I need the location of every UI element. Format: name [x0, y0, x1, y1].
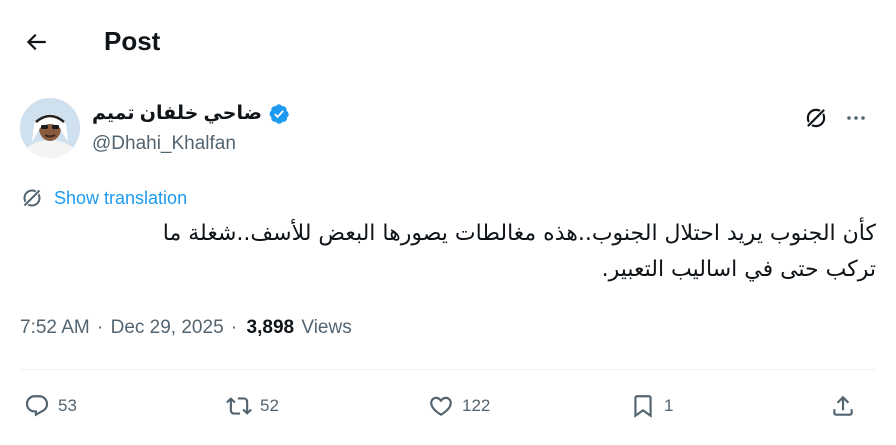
views-label: Views: [301, 317, 352, 338]
like-button[interactable]: 122: [428, 384, 490, 428]
grok-icon: [22, 188, 42, 208]
meta-separator: ·: [230, 317, 238, 338]
like-count: 122: [462, 396, 491, 415]
repost-icon: [226, 397, 252, 415]
avatar-image: [20, 98, 80, 158]
post-meta: 7:52 AM · Dec 29, 2025 · 3,898 Views: [20, 315, 352, 341]
grok-icon: [805, 107, 827, 129]
views-count[interactable]: 3,898: [247, 317, 295, 338]
more-options-button[interactable]: [840, 102, 872, 134]
grok-button[interactable]: [800, 102, 832, 134]
tweet-text-line: تركب حتى في اساليب التعبير.: [601, 257, 876, 282]
back-button[interactable]: [16, 22, 56, 62]
avatar[interactable]: [20, 98, 80, 158]
bookmark-count: 1: [664, 396, 674, 415]
reply-button[interactable]: 53: [24, 384, 77, 428]
arrow-left-icon: [26, 33, 46, 51]
show-translation-link[interactable]: Show translation: [20, 186, 187, 210]
share-icon: [833, 395, 853, 416]
show-translation-label: Show translation: [54, 188, 188, 208]
author-row: ضاحي خلفان تميم @Dhahi_Khalfan: [20, 98, 876, 160]
more-dots-icon: [847, 116, 865, 120]
reply-icon: [25, 395, 49, 417]
reply-count: 53: [58, 396, 77, 415]
share-button[interactable]: [830, 384, 856, 428]
post-header: Post: [0, 0, 896, 84]
author-name[interactable]: ضاحي خلفان تميم: [92, 102, 262, 126]
author-name-row[interactable]: ضاحي خلفان تميم: [92, 102, 290, 126]
verified-badge-icon: [269, 104, 289, 124]
post-time[interactable]: 7:52 AM: [20, 317, 90, 338]
tweet-text: كأن الجنوب يريد احتلال الجنوب..هذه مغالط…: [20, 216, 876, 288]
post-date[interactable]: Dec 29, 2025: [111, 317, 224, 338]
divider: [20, 369, 876, 370]
meta-separator: ·: [97, 317, 104, 338]
repost-count: 52: [260, 396, 279, 415]
page-title: Post: [104, 26, 161, 56]
repost-button[interactable]: 52: [226, 384, 279, 428]
action-bar: 53 52 122 1: [20, 384, 876, 428]
bookmark-icon: [634, 395, 652, 418]
author-handle[interactable]: @Dhahi_Khalfan: [92, 132, 236, 156]
bookmark-button[interactable]: 1: [630, 384, 673, 428]
heart-icon: [430, 396, 452, 416]
tweet-text-line: كأن الجنوب يريد احتلال الجنوب..هذه مغالط…: [162, 221, 876, 246]
